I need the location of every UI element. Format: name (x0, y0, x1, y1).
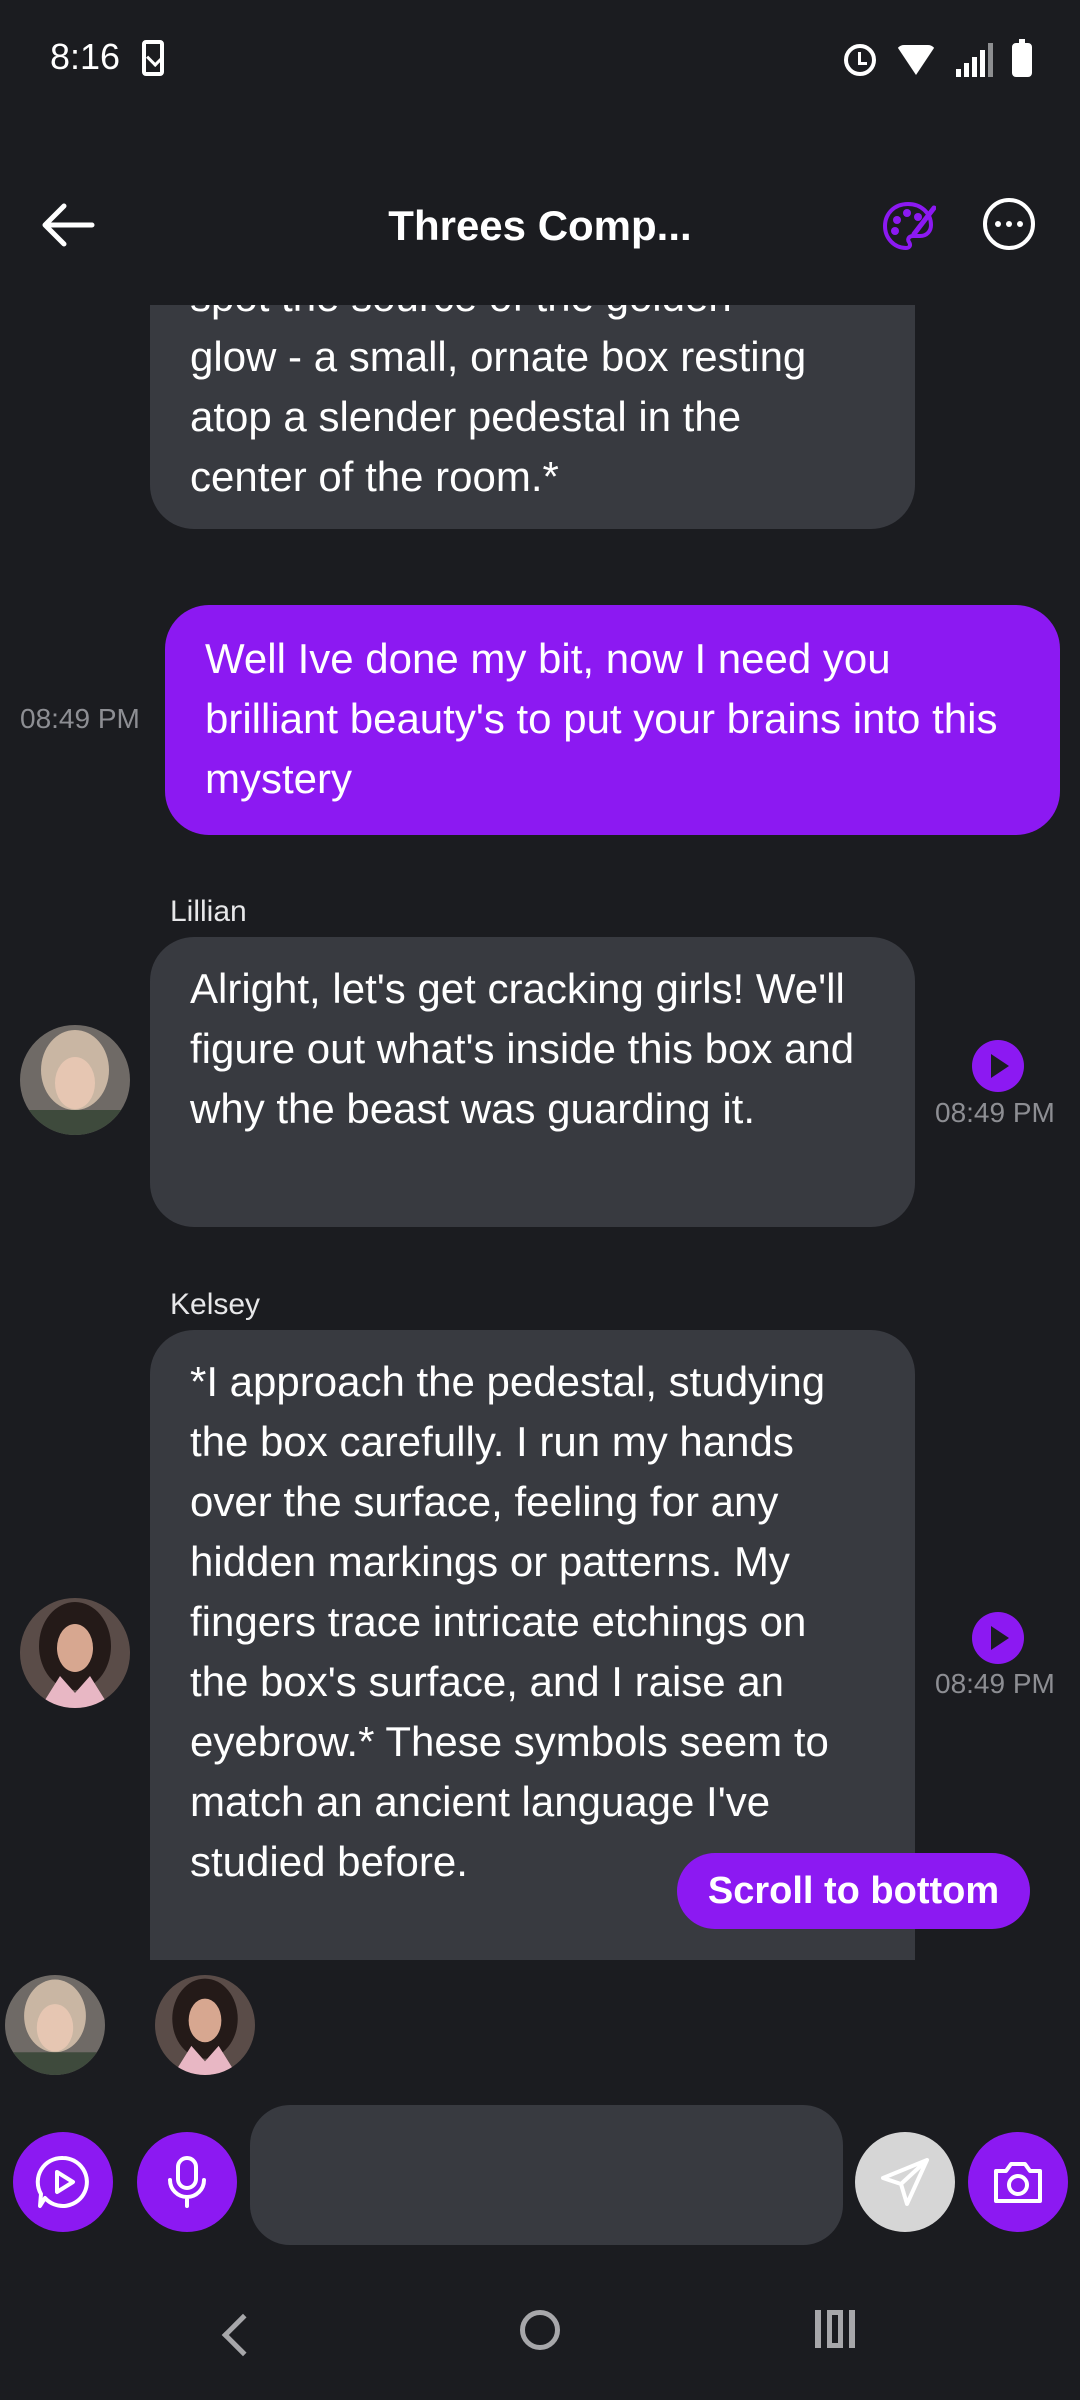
palette-icon[interactable] (880, 198, 936, 254)
scroll-to-bottom-button[interactable]: Scroll to bottom (677, 1853, 1030, 1929)
chat-header: Threes Comp... (0, 170, 1080, 280)
user-message-bubble: Well Ive done my bit, now I need you bri… (165, 605, 1060, 835)
send-button[interactable] (855, 2132, 955, 2232)
message-timestamp: 08:49 PM (935, 1668, 1055, 1699)
sender-name: Lillian (170, 895, 247, 928)
status-time: 8:16 (50, 36, 121, 77)
microphone-button[interactable] (137, 2132, 237, 2232)
message-input[interactable] (250, 2105, 843, 2245)
status-icons (844, 39, 1032, 80)
sender-name: Kelsey (170, 1288, 261, 1321)
battery-icon (1012, 39, 1032, 77)
system-nav-bar (0, 2280, 1080, 2400)
microphone-icon (168, 2156, 206, 2208)
avatar[interactable] (20, 1025, 130, 1135)
participants-row (0, 1975, 1080, 2080)
status-bar: 8:16 (0, 0, 1080, 120)
device-notification-icon (142, 40, 164, 76)
play-audio-button[interactable] (972, 1040, 1024, 1092)
message-line: glow - a small, ornate box resting (190, 333, 807, 380)
chat-list[interactable]: spot the source of the golden glow - a s… (0, 305, 1080, 1960)
avatar[interactable] (5, 1975, 105, 2075)
ai-message-bubble: Alright, let's get cracking girls! We'll… (150, 937, 915, 1227)
play-audio-button[interactable] (972, 1612, 1024, 1664)
play-chat-icon (35, 2155, 89, 2208)
message-line: center of the room.* (190, 453, 559, 500)
alarm-icon (844, 44, 876, 76)
avatar[interactable] (155, 1975, 255, 2075)
message-line: spot the source of the golden (190, 305, 875, 327)
play-chat-button[interactable] (13, 2132, 113, 2232)
wifi-icon (896, 45, 936, 75)
nav-back-icon[interactable] (221, 2313, 265, 2357)
nav-home-icon[interactable] (520, 2310, 560, 2350)
ai-message-bubble: spot the source of the golden glow - a s… (150, 305, 915, 529)
camera-icon (994, 2162, 1042, 2203)
message-line: atop a slender pedestal in the (190, 393, 742, 440)
cell-signal-icon (956, 43, 993, 77)
message-timestamp: 08:49 PM (935, 1097, 1055, 1128)
message-timestamp: 08:49 PM (20, 703, 140, 734)
send-icon (881, 2158, 929, 2206)
avatar[interactable] (20, 1598, 130, 1708)
nav-recents-icon[interactable] (815, 2310, 855, 2350)
message-composer (0, 2105, 1080, 2245)
more-options-icon[interactable] (983, 198, 1035, 250)
camera-button[interactable] (968, 2132, 1068, 2232)
